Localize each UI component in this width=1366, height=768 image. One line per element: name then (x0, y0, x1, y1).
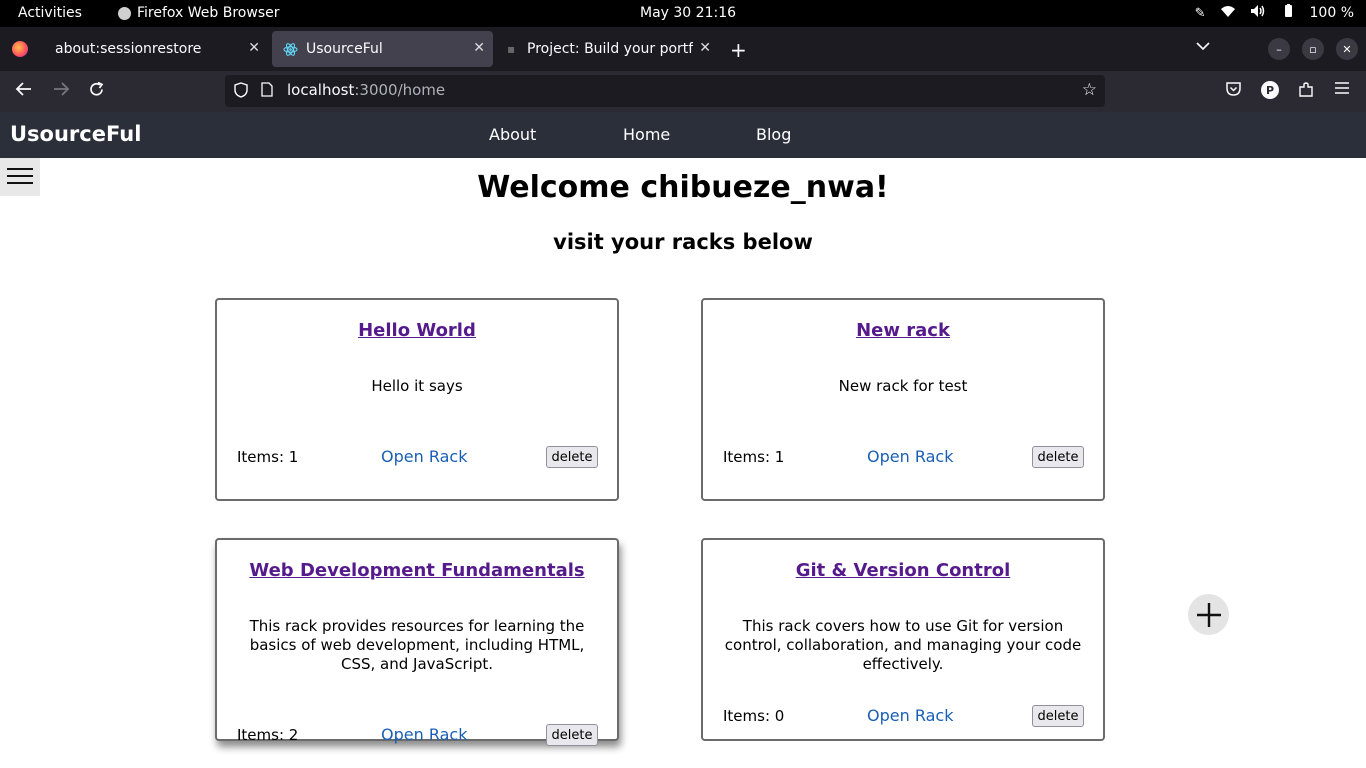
pencil-icon: ✎ (1194, 5, 1206, 21)
system-top-bar: Activities Firefox Web Browser May 30 21… (0, 0, 1366, 27)
rack-description: Hello it says (371, 377, 463, 395)
rack-description: New rack for test (838, 377, 968, 395)
url-bar[interactable]: localhost:3000/home ☆ (225, 75, 1105, 107)
close-icon[interactable]: ✕ (699, 40, 711, 56)
shield-icon[interactable] (234, 82, 248, 102)
app-header: UsourceFul About Home Blog (0, 112, 1366, 158)
rack-card: Hello World Hello it says Items: 1 Open … (215, 298, 619, 501)
rack-card: New rack New rack for test Items: 1 Open… (701, 298, 1105, 501)
rack-card: Git & Version Control This rack covers h… (701, 538, 1105, 741)
nav-home[interactable]: Home (623, 125, 670, 144)
profile-initial: P (1261, 81, 1279, 99)
add-rack-button[interactable] (1188, 594, 1229, 635)
rack-item-count: Items: 2 (237, 726, 299, 744)
open-rack-link[interactable]: Open Rack (381, 447, 467, 466)
maximize-button[interactable]: ▫ (1302, 38, 1324, 60)
extensions-icon[interactable] (1297, 81, 1315, 103)
reload-button[interactable] (88, 81, 105, 103)
rack-title-link[interactable]: New rack (703, 320, 1103, 341)
volume-icon (1250, 4, 1266, 22)
close-window-button[interactable]: ✕ (1336, 38, 1358, 60)
close-icon[interactable]: ✕ (473, 40, 485, 56)
minimize-button[interactable]: – (1268, 38, 1290, 60)
menu-icon[interactable] (1334, 81, 1350, 99)
brand-logo[interactable]: UsourceFul (10, 122, 141, 146)
rack-description: This rack provides resources for learnin… (249, 617, 585, 673)
rack-item-count: Items: 1 (237, 448, 299, 466)
chevron-down-icon[interactable] (1196, 39, 1210, 55)
browser-toolbar: localhost:3000/home ☆ P (0, 71, 1366, 112)
app-name-label: Firefox Web Browser (137, 5, 280, 21)
new-tab-button[interactable]: + (730, 38, 747, 62)
racks-subtitle: visit your racks below (553, 230, 813, 254)
browser-tab-strip: about:sessionrestore ✕ UsourceFul ✕ ▪ Pr… (0, 27, 1366, 71)
rack-item-count: Items: 0 (723, 707, 785, 725)
battery-icon (1280, 4, 1296, 22)
tab-label: Project: Build your portfo (527, 41, 693, 57)
tab-project[interactable]: ▪ Project: Build your portfo ✕ (497, 31, 719, 67)
nav-blog[interactable]: Blog (756, 125, 791, 144)
plus-icon (1196, 602, 1221, 627)
firefox-view-icon[interactable] (12, 41, 28, 57)
rack-title-link[interactable]: Hello World (217, 320, 617, 341)
close-icon[interactable]: ✕ (248, 40, 260, 56)
forward-button[interactable] (52, 81, 70, 102)
battery-label: 100 % (1309, 5, 1354, 21)
activities-button[interactable]: Activities (18, 5, 82, 21)
site-favicon-icon: ▪ (506, 42, 516, 56)
url-text[interactable]: localhost:3000/home (287, 81, 445, 99)
app-menu[interactable]: Firefox Web Browser (118, 5, 280, 21)
firefox-icon (118, 6, 131, 20)
bookmark-star-icon[interactable]: ☆ (1082, 80, 1097, 100)
clock[interactable]: May 30 21:16 (640, 5, 736, 21)
tab-usourceful[interactable]: UsourceFul ✕ (272, 31, 493, 67)
rack-title-link[interactable]: Git & Version Control (703, 560, 1103, 581)
account-avatar[interactable]: P (1261, 81, 1279, 99)
nav-about[interactable]: About (489, 125, 536, 144)
open-rack-link[interactable]: Open Rack (381, 725, 467, 744)
rack-card: Web Development Fundamentals This rack p… (215, 538, 619, 746)
pocket-icon[interactable] (1225, 81, 1242, 101)
back-button[interactable] (15, 81, 33, 102)
wifi-icon (1220, 5, 1236, 22)
tab-label: UsourceFul (306, 41, 383, 57)
rack-title-link[interactable]: Web Development Fundamentals (217, 560, 617, 581)
rack-description: This rack covers how to use Git for vers… (724, 617, 1082, 673)
react-icon (282, 41, 298, 57)
delete-rack-button[interactable]: delete (1032, 446, 1084, 468)
rack-item-count: Items: 1 (723, 448, 785, 466)
tab-label: about:sessionrestore (55, 41, 202, 57)
tab-sessionrestore[interactable]: about:sessionrestore ✕ (42, 31, 268, 67)
delete-rack-button[interactable]: delete (546, 446, 598, 468)
open-rack-link[interactable]: Open Rack (867, 706, 953, 725)
page-icon[interactable] (261, 82, 273, 101)
open-rack-link[interactable]: Open Rack (867, 447, 953, 466)
welcome-heading: Welcome chibueze_nwa! (477, 170, 889, 205)
delete-rack-button[interactable]: delete (546, 724, 598, 746)
delete-rack-button[interactable]: delete (1032, 705, 1084, 727)
system-tray[interactable]: ✎ 100 % (1195, 4, 1354, 22)
